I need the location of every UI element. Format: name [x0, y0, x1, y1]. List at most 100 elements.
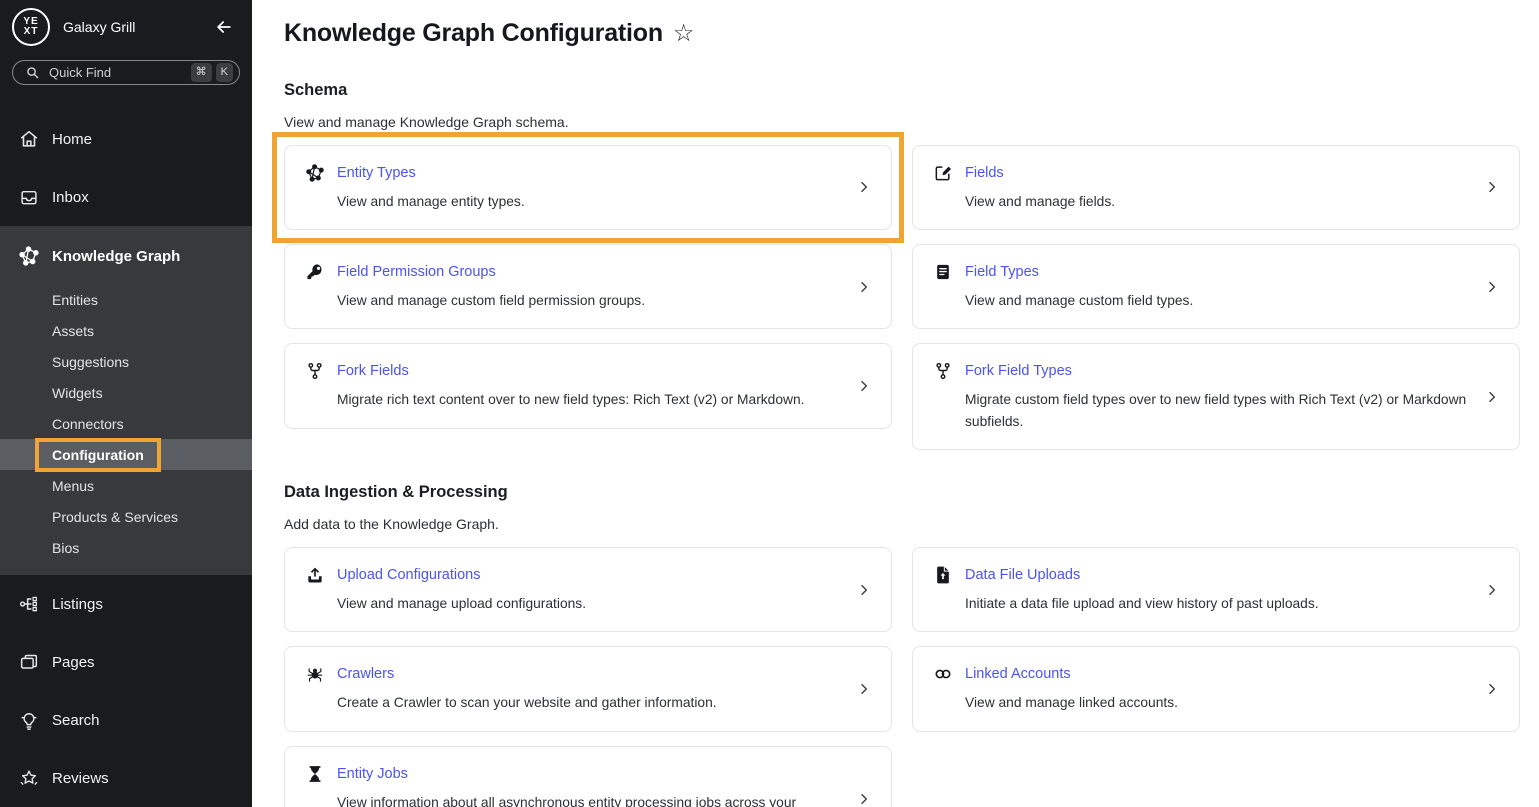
chevron-right-icon [1485, 180, 1499, 194]
card-title-link[interactable]: Fork Field Types [965, 363, 1072, 379]
card-fork-fields[interactable]: Fork Fields Migrate rich text content ov… [284, 343, 892, 428]
chevron-right-icon [857, 682, 871, 696]
sidebar-header: YE XT Galaxy Grill [0, 0, 252, 50]
card-description: View and manage entity types. [337, 191, 843, 212]
sidebar-item-configuration[interactable]: Configuration [0, 439, 252, 470]
card-header: Upload Configurations [305, 565, 843, 585]
card-title-link[interactable]: Data File Uploads [965, 567, 1080, 583]
field-permission-groups-icon [305, 262, 325, 282]
sidebar-item-home[interactable]: Home [0, 110, 252, 168]
chevron-right-icon [857, 583, 871, 597]
card-title-link[interactable]: Field Types [965, 264, 1039, 280]
knowledge-graph-label: Knowledge Graph [52, 248, 180, 265]
card-description: View and manage fields. [965, 191, 1471, 212]
yext-logo[interactable]: YE XT [12, 8, 50, 46]
card-upload-configurations[interactable]: Upload Configurations View and manage up… [284, 547, 892, 632]
sidebar-item-assets[interactable]: Assets [0, 315, 252, 346]
section-title: Data Ingestion & Processing [284, 483, 1520, 502]
main-content: Knowledge Graph Configuration ☆ Schema V… [252, 0, 1539, 807]
config-sections: Schema View and manage Knowledge Graph s… [284, 81, 1520, 807]
sidebar-item-listings[interactable]: Listings [0, 575, 252, 633]
card-header: Data File Uploads [933, 565, 1471, 585]
card-entity-types[interactable]: Entity Types View and manage entity type… [284, 145, 892, 230]
card-title-link[interactable]: Fork Fields [337, 363, 409, 379]
sidebar-item-widgets[interactable]: Widgets [0, 377, 252, 408]
card-data-file-uploads[interactable]: Data File Uploads Initiate a data file u… [912, 547, 1520, 632]
sidebar-item-entities[interactable]: Entities [0, 284, 252, 315]
sidebar-nav-top: HomeInbox [0, 110, 252, 226]
sidebar-subitem-label: Widgets [52, 385, 103, 401]
sidebar-subitem-label: Configuration [52, 447, 144, 463]
sidebar-item-pages[interactable]: Pages [0, 633, 252, 691]
linked-accounts-icon [933, 664, 953, 684]
card-title-link[interactable]: Upload Configurations [337, 567, 480, 583]
card-header: Entity Types [305, 163, 843, 183]
favorite-star-icon[interactable]: ☆ [673, 22, 695, 46]
crawlers-icon [305, 664, 325, 684]
card-title-link[interactable]: Fields [965, 165, 1004, 181]
card-fields[interactable]: Fields View and manage fields. [912, 145, 1520, 230]
card-title-link[interactable]: Entity Jobs [337, 766, 408, 782]
section-description: View and manage Knowledge Graph schema. [284, 114, 1520, 130]
quick-find-input[interactable]: Quick Find ⌘ K [12, 60, 240, 85]
card-title-link[interactable]: Entity Types [337, 165, 416, 181]
sidebar-subitem-label: Bios [52, 540, 79, 556]
page-title-row: Knowledge Graph Configuration ☆ [284, 19, 1520, 48]
sidebar-nav-bottom: Listings Pages Search Reviews [0, 575, 252, 807]
card-header: Fork Field Types [933, 361, 1471, 381]
sidebar-item-label: Reviews [52, 770, 109, 787]
card-fork-field-types[interactable]: Fork Field Types Migrate custom field ty… [912, 343, 1520, 450]
knowledge-graph-section: Knowledge Graph Entities Assets Suggestion… [0, 226, 252, 575]
card-linked-accounts[interactable]: Linked Accounts View and manage linked a… [912, 646, 1520, 731]
chevron-right-icon [857, 792, 871, 806]
card-title-link[interactable]: Crawlers [337, 666, 394, 682]
section-description: Add data to the Knowledge Graph. [284, 516, 1520, 532]
card-description: Create a Crawler to scan your website an… [337, 692, 843, 713]
card-grid: Upload Configurations View and manage up… [284, 547, 1520, 807]
card-description: Migrate custom field types over to new f… [965, 389, 1471, 432]
chevron-right-icon [857, 180, 871, 194]
field-types-icon [933, 262, 953, 282]
sidebar-subitem-label: Assets [52, 323, 94, 339]
sidebar-item-label: Pages [52, 654, 95, 671]
entity-jobs-icon [305, 764, 325, 784]
sidebar-item-label: Search [52, 712, 100, 729]
logo-text-bottom: XT [24, 27, 39, 38]
chevron-right-icon [1485, 583, 1499, 597]
card-field-types[interactable]: Field Types View and manage custom field… [912, 244, 1520, 329]
card-title-link[interactable]: Linked Accounts [965, 666, 1071, 682]
fields-icon [933, 163, 953, 183]
sidebar-item-connectors[interactable]: Connectors [0, 408, 252, 439]
card-crawlers[interactable]: Crawlers Create a Crawler to scan your w… [284, 646, 892, 731]
listings-icon [18, 593, 40, 615]
account-name: Galaxy Grill [63, 19, 212, 35]
search-icon [18, 709, 40, 731]
sidebar-item-products-and-services[interactable]: Products & Services [0, 501, 252, 532]
home-icon [18, 128, 40, 150]
annotation-highlight-box: Configuration [52, 447, 144, 463]
chevron-right-icon [1485, 682, 1499, 696]
card-title-link[interactable]: Field Permission Groups [337, 264, 496, 280]
upload-configurations-icon [305, 565, 325, 585]
sidebar-item-suggestions[interactable]: Suggestions [0, 346, 252, 377]
sidebar-item-search[interactable]: Search [0, 691, 252, 749]
card-field-permission-groups[interactable]: Field Permission Groups View and manage … [284, 244, 892, 329]
card-description: Initiate a data file upload and view his… [965, 593, 1471, 614]
sidebar-item-knowledge-graph[interactable]: Knowledge Graph [0, 236, 252, 276]
card-description: View and manage custom field permission … [337, 290, 843, 311]
sidebar-item-bios[interactable]: Bios [0, 532, 252, 563]
card-entity-jobs[interactable]: Entity Jobs View information about all a… [284, 746, 892, 807]
card-description: View information about all asynchronous … [337, 792, 843, 807]
fork-field-types-icon [933, 361, 953, 381]
chevron-right-icon [857, 280, 871, 294]
sidebar-item-inbox[interactable]: Inbox [0, 168, 252, 226]
card-header: Field Types [933, 262, 1471, 282]
card-header: Fields [933, 163, 1471, 183]
sidebar-item-label: Listings [52, 596, 103, 613]
quick-find-placeholder: Quick Find [49, 65, 187, 80]
data-file-uploads-icon [933, 565, 953, 585]
collapse-sidebar-icon[interactable] [212, 15, 236, 39]
knowledge-graph-icon [18, 245, 40, 267]
sidebar-item-menus[interactable]: Menus [0, 470, 252, 501]
sidebar-item-reviews[interactable]: Reviews [0, 749, 252, 807]
